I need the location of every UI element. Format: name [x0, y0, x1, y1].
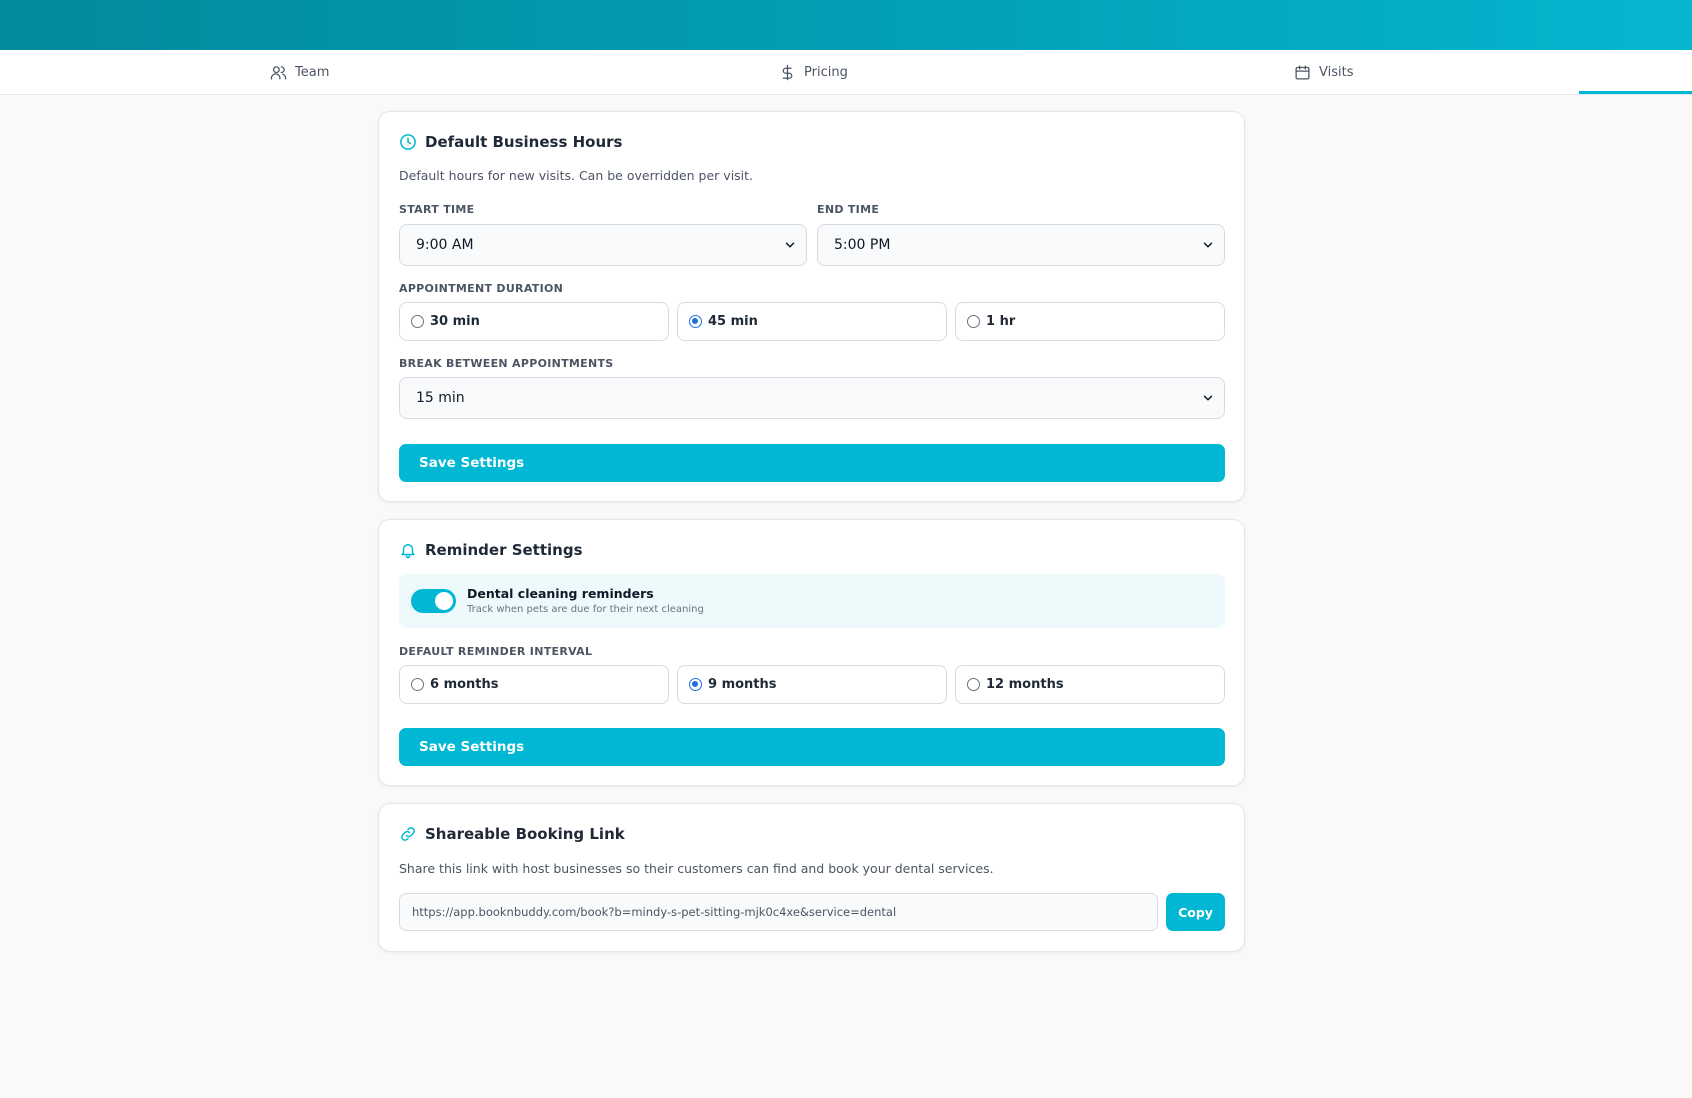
radio-button[interactable]	[967, 678, 980, 691]
duration-option-30[interactable]: 30 min	[399, 302, 669, 341]
chevron-down-icon	[1203, 242, 1213, 248]
start-time-label: START TIME	[399, 203, 475, 216]
interval-option-9[interactable]: 9 months	[677, 665, 947, 704]
active-tab-indicator	[1579, 91, 1692, 94]
duration-option-label: 30 min	[430, 314, 480, 329]
clock-icon	[400, 134, 416, 150]
end-time-select[interactable]: 5:00 PM	[817, 224, 1225, 266]
dental-reminder-row: Dental cleaning reminders Track when pet…	[399, 574, 1225, 628]
calendar-icon	[1295, 65, 1310, 80]
save-business-hours-button[interactable]: Save Settings	[399, 444, 1225, 482]
toggle-knob	[435, 592, 453, 610]
radio-button[interactable]	[411, 315, 424, 328]
radio-button[interactable]	[411, 678, 424, 691]
radio-button[interactable]	[689, 315, 702, 328]
tab-visits-label: Visits	[1319, 65, 1354, 80]
tab-team[interactable]: Team	[270, 50, 329, 95]
dollar-icon	[782, 64, 793, 81]
dental-reminder-title: Dental cleaning reminders	[467, 586, 654, 601]
reminder-settings-heading: Reminder Settings	[399, 541, 583, 559]
chevron-down-icon	[1203, 395, 1213, 401]
interval-option-label: 12 months	[986, 677, 1064, 692]
business-hours-title: Default Business Hours	[425, 133, 623, 151]
users-icon	[270, 66, 287, 80]
start-time-select[interactable]: 9:00 AM	[399, 224, 807, 266]
break-label: BREAK BETWEEN APPOINTMENTS	[399, 357, 614, 370]
reminder-settings-card: Reminder Settings Dental cleaning remind…	[378, 519, 1245, 786]
interval-option-6[interactable]: 6 months	[399, 665, 669, 704]
app-header-bar	[0, 0, 1692, 50]
business-hours-heading: Default Business Hours	[399, 133, 622, 151]
booking-link-card: Shareable Booking Link Share this link w…	[378, 803, 1245, 952]
save-reminders-button[interactable]: Save Settings	[399, 728, 1225, 766]
duration-label: APPOINTMENT DURATION	[399, 282, 564, 295]
copy-link-button[interactable]: Copy	[1166, 893, 1225, 931]
duration-option-45[interactable]: 45 min	[677, 302, 947, 341]
radio-button[interactable]	[689, 678, 702, 691]
chevron-down-icon	[785, 242, 795, 248]
tab-team-label: Team	[295, 65, 330, 80]
break-select[interactable]: 15 min	[399, 377, 1225, 419]
interval-option-label: 9 months	[708, 677, 777, 692]
business-hours-description: Default hours for new visits. Can be ove…	[399, 168, 754, 183]
booking-link-heading: Shareable Booking Link	[399, 825, 625, 843]
duration-option-60[interactable]: 1 hr	[955, 302, 1225, 341]
booking-link-title: Shareable Booking Link	[425, 825, 625, 843]
tab-visits[interactable]: Visits	[1294, 50, 1353, 95]
tab-bar: Team Pricing Visits	[0, 50, 1692, 95]
interval-label: DEFAULT REMINDER INTERVAL	[399, 645, 593, 658]
dental-reminder-subtitle: Track when pets are due for their next c…	[467, 604, 704, 615]
booking-link-input[interactable]	[399, 893, 1158, 931]
tab-pricing[interactable]: Pricing	[779, 50, 848, 95]
link-icon	[401, 827, 415, 841]
interval-option-12[interactable]: 12 months	[955, 665, 1225, 704]
dental-reminder-toggle[interactable]	[411, 589, 456, 613]
end-time-label: END TIME	[817, 203, 880, 216]
radio-button[interactable]	[967, 315, 980, 328]
interval-option-label: 6 months	[430, 677, 499, 692]
start-time-value: 9:00 AM	[416, 237, 474, 253]
duration-option-label: 1 hr	[986, 314, 1016, 329]
end-time-value: 5:00 PM	[834, 237, 891, 253]
break-value: 15 min	[416, 390, 465, 406]
bell-icon	[401, 544, 415, 559]
duration-option-label: 45 min	[708, 314, 758, 329]
booking-link-description: Share this link with host businesses so …	[399, 861, 994, 876]
reminder-settings-title: Reminder Settings	[425, 541, 583, 559]
business-hours-card: Default Business Hours Default hours for…	[378, 111, 1245, 502]
tab-pricing-label: Pricing	[804, 65, 848, 80]
